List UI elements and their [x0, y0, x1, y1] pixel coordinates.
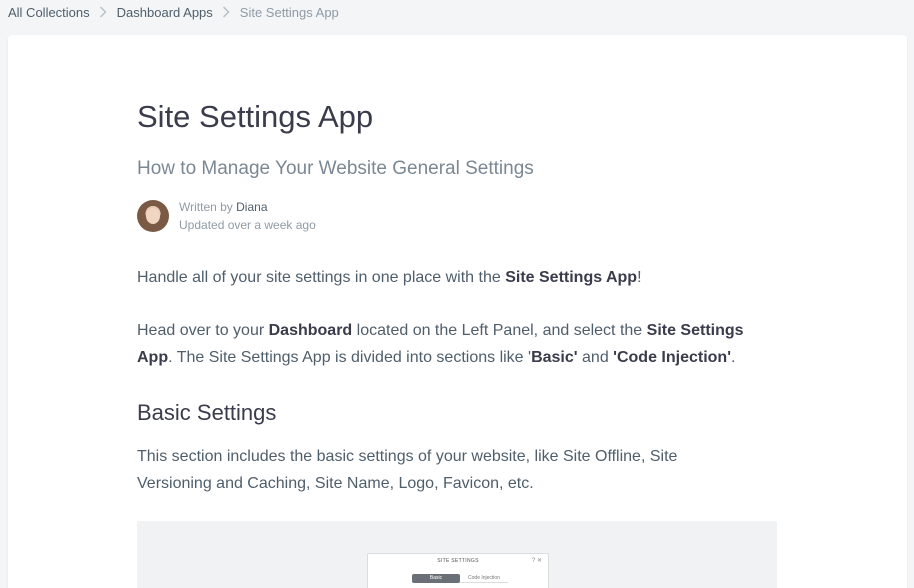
article-meta: Written by Diana Updated over a week ago: [137, 198, 316, 234]
dialog-title: SITE SETTINGS: [437, 558, 479, 564]
site-settings-dialog-preview: SITE SETTINGS ? ✕ Basic Code Injection: [367, 553, 549, 588]
intro-paragraph: Handle all of your site settings in one …: [137, 269, 642, 286]
author-avatar: [137, 200, 169, 232]
breadcrumb-dashboard-apps[interactable]: Dashboard Apps: [117, 5, 213, 20]
written-by-label: Written by: [179, 200, 233, 214]
updated-label: Updated over a week ago: [179, 218, 316, 232]
author-name: Diana: [236, 200, 268, 214]
tab-basic: Basic: [412, 574, 460, 583]
screenshot-image: SITE SETTINGS ? ✕ Basic Code Injection: [137, 521, 777, 588]
section-heading-basic-settings: Basic Settings: [137, 400, 277, 425]
navigation-paragraph: Head over to your Dashboard located on t…: [137, 322, 744, 366]
article-title: Site Settings App: [137, 99, 374, 134]
article-card: Site Settings App How to Manage Your Web…: [8, 35, 907, 588]
chevron-right-icon: [90, 5, 117, 19]
breadcrumb-current: Site Settings App: [239, 4, 339, 20]
dialog-tabs: Basic Code Injection: [412, 574, 508, 583]
breadcrumb: All Collections Dashboard Apps Site Sett…: [8, 3, 339, 21]
tab-code-injection: Code Injection: [460, 574, 508, 583]
article-subtitle: How to Manage Your Website General Setti…: [137, 158, 534, 179]
breadcrumb-all-collections[interactable]: All Collections: [8, 5, 90, 20]
dialog-help-close-icons: ? ✕: [531, 558, 542, 564]
chevron-right-icon: [213, 5, 240, 19]
basic-settings-paragraph: This section includes the basic settings…: [137, 448, 678, 492]
